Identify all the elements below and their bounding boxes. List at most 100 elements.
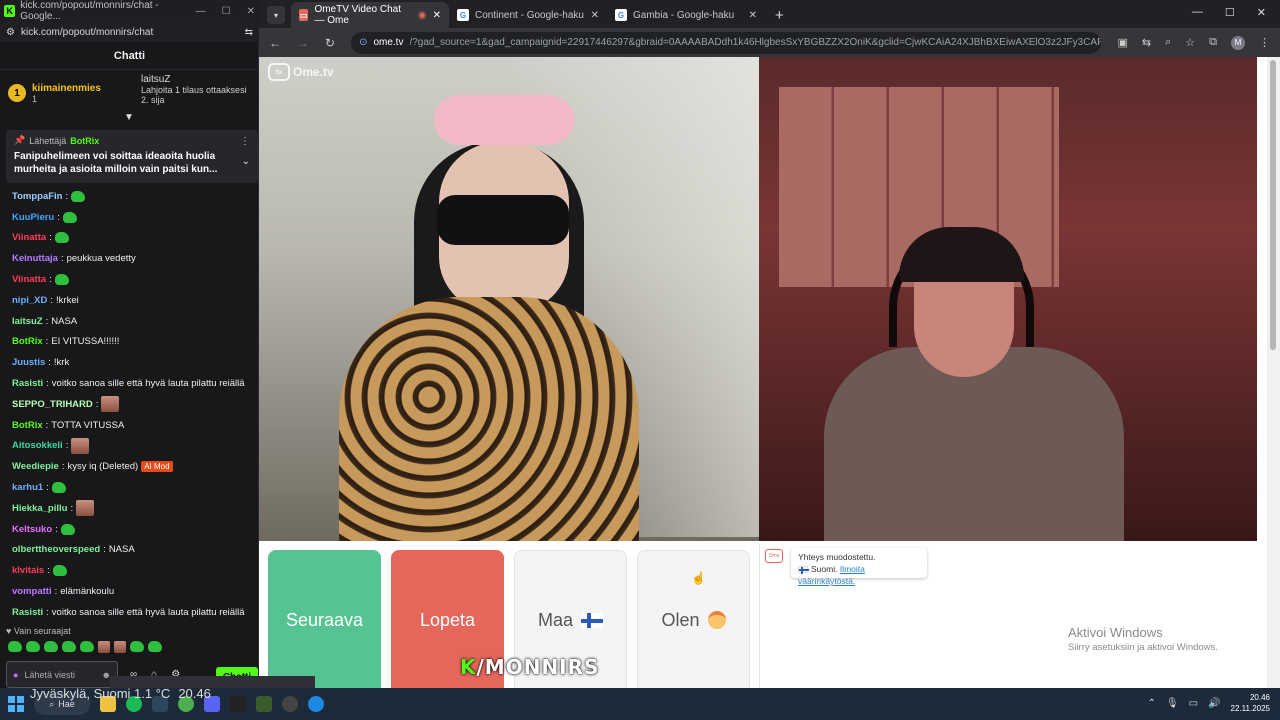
- monitor-icon[interactable]: ▭: [1189, 698, 1198, 709]
- edge-icon[interactable]: [308, 696, 324, 712]
- close-tab-icon[interactable]: ✕: [749, 10, 757, 21]
- chat-username[interactable]: Weediepie: [12, 461, 59, 472]
- translate-icon[interactable]: ⇆: [245, 27, 253, 38]
- profile-avatar[interactable]: M: [1231, 35, 1245, 50]
- pinned-sender[interactable]: BotRix: [70, 136, 99, 146]
- maximize-button[interactable]: ☐: [1225, 6, 1235, 19]
- face-emote-icon[interactable]: [114, 641, 126, 653]
- emote-icon: [51, 482, 66, 494]
- chat-username[interactable]: olberttheoverspeed: [12, 544, 100, 555]
- taskbar-clock[interactable]: 20.46 22.11.2025: [1231, 692, 1270, 714]
- close-button[interactable]: ✕: [1257, 6, 1266, 19]
- chat-username[interactable]: nipi_XD: [12, 295, 47, 306]
- country-label: Maa: [537, 609, 573, 630]
- emote-icon: [54, 274, 69, 286]
- face-emote-icon: [71, 437, 90, 454]
- maximize-button[interactable]: ☐: [222, 6, 231, 17]
- capcut-icon[interactable]: [230, 696, 246, 712]
- emote-icon[interactable]: [26, 641, 40, 652]
- tab-ometv[interactable]: ▭ OmeTV Video Chat — Ome ◉ ✕: [291, 2, 449, 28]
- close-tab-icon[interactable]: ✕: [433, 10, 441, 21]
- chat-username[interactable]: vompatti: [12, 586, 52, 597]
- tab-search-icon[interactable]: ▾: [267, 6, 285, 24]
- windows-start-icon[interactable]: [8, 696, 24, 712]
- colon: :: [103, 544, 106, 556]
- tab-continent[interactable]: G Continent - Google-haku ✕: [449, 2, 607, 28]
- follow-only-label: Vain seuraajat: [13, 626, 71, 636]
- chat-url-bar[interactable]: ⚙ kick.com/popout/monnirs/chat ⇆: [0, 22, 259, 42]
- browser-menu-icon[interactable]: ⋮: [1259, 36, 1270, 49]
- emote-icon[interactable]: [80, 641, 94, 652]
- pinned-text: Fanipuhelimeen voi soittaa ideaoita huol…: [14, 151, 218, 175]
- zoom-icon[interactable]: ⌕: [1165, 36, 1171, 49]
- colon: :: [55, 523, 58, 535]
- face-emote-icon[interactable]: [98, 641, 110, 653]
- colon: :: [65, 440, 69, 452]
- site-info-icon[interactable]: ⊙: [359, 37, 367, 48]
- next-button[interactable]: Seuraava: [268, 550, 381, 690]
- back-icon[interactable]: ←: [269, 36, 281, 50]
- more-options-icon[interactable]: ⋮: [240, 136, 250, 147]
- chevron-up-icon[interactable]: ⌃: [1148, 698, 1156, 709]
- chat-username[interactable]: Keltsuko: [12, 524, 52, 535]
- colon: :: [95, 398, 99, 410]
- close-tab-icon[interactable]: ✕: [591, 10, 599, 21]
- chat-username[interactable]: BotRix: [12, 336, 43, 347]
- close-button[interactable]: ✕: [247, 6, 255, 17]
- chat-username[interactable]: Juustis: [12, 357, 45, 368]
- colon: :: [57, 211, 60, 223]
- chat-text: !krk: [53, 357, 70, 369]
- url-path: /?gad_source=1&gad_campaignid=2291744629…: [409, 37, 1102, 48]
- bookmark-star-icon[interactable]: ☆: [1185, 36, 1195, 49]
- leaderboard-entry-1[interactable]: 1 kiimainenmies 1: [8, 74, 135, 112]
- leaderboard-entry-2[interactable]: laitsuZ Lahjoita 1 tilaus ottaaksesi 2. …: [141, 74, 251, 112]
- camera-icon[interactable]: ▣: [1117, 36, 1127, 49]
- translate-icon[interactable]: ⇆: [1142, 36, 1151, 49]
- chat-username[interactable]: Aitosokkeli: [12, 440, 63, 451]
- emote-icon[interactable]: [148, 641, 162, 652]
- app-icon[interactable]: [256, 696, 272, 712]
- chevron-down-icon[interactable]: ⌄: [242, 156, 250, 167]
- site-settings-icon[interactable]: ⚙: [6, 27, 15, 38]
- emote-icon[interactable]: [62, 641, 76, 652]
- emote-icon[interactable]: [8, 641, 22, 652]
- chat-message-input[interactable]: ● Lähetä viesti ☻: [6, 661, 118, 688]
- chat-username[interactable]: BotRix: [12, 420, 43, 431]
- leader-count: 1: [32, 93, 38, 104]
- chat-username[interactable]: Keinuttaja: [12, 253, 58, 264]
- finland-flag-icon: [798, 566, 809, 575]
- chat-username[interactable]: karhu1: [12, 482, 43, 493]
- minimize-button[interactable]: —: [1192, 6, 1203, 19]
- chat-username[interactable]: SEPPO_TRIHARD: [12, 399, 93, 410]
- chat-username[interactable]: Rasisti: [12, 378, 43, 389]
- chat-window-title: kick.com/popout/monnirs/chat - Google...: [20, 0, 159, 22]
- system-tray: ⌃ 🎙 ▭ 🔊 20.46 22.11.2025: [1148, 692, 1270, 714]
- chat-username[interactable]: laitsuZ: [12, 316, 43, 327]
- expand-leaderboard-icon[interactable]: ▼: [124, 112, 134, 123]
- microphone-icon[interactable]: 🎙: [1166, 698, 1179, 709]
- chat-username[interactable]: Hiekka_pillu: [12, 503, 67, 514]
- forward-icon[interactable]: →: [297, 36, 309, 50]
- emote-icon[interactable]: [44, 641, 58, 652]
- weather-widget[interactable]: Jyväskylä, Suomi 1.1 °C 20.46: [30, 686, 211, 701]
- obs-icon[interactable]: [282, 696, 298, 712]
- chat-username[interactable]: Viinatta: [12, 274, 46, 285]
- address-bar[interactable]: ⊙ ome.tv /?gad_source=1&gad_campaignid=22…: [351, 31, 1102, 54]
- connection-text: Yhteys muodostettu.: [798, 552, 876, 562]
- chat-username[interactable]: KuuPieru: [12, 212, 54, 223]
- minimize-button[interactable]: —: [196, 6, 206, 17]
- chat-username[interactable]: Viinatta: [12, 232, 46, 243]
- chat-window-titlebar: K kick.com/popout/monnirs/chat - Google.…: [0, 0, 259, 22]
- emote-icon[interactable]: [130, 641, 144, 652]
- new-tab-button[interactable]: +: [765, 7, 794, 28]
- tab-gambia[interactable]: G Gambia - Google-haku ✕: [607, 2, 765, 28]
- pinned-message[interactable]: 📌 Lähettäjä BotRix Fanipuhelimeen voi so…: [6, 130, 258, 183]
- chat-username[interactable]: klvitais: [12, 565, 44, 576]
- chat-username[interactable]: Rasisti: [12, 607, 43, 618]
- scrollbar-thumb[interactable]: [1270, 60, 1276, 350]
- extensions-icon[interactable]: ⧉: [1209, 36, 1217, 49]
- reload-icon[interactable]: ↻: [325, 36, 335, 50]
- chat-username[interactable]: TomppaFin: [12, 191, 62, 202]
- volume-icon[interactable]: 🔊: [1208, 698, 1220, 709]
- colon: :: [61, 461, 65, 473]
